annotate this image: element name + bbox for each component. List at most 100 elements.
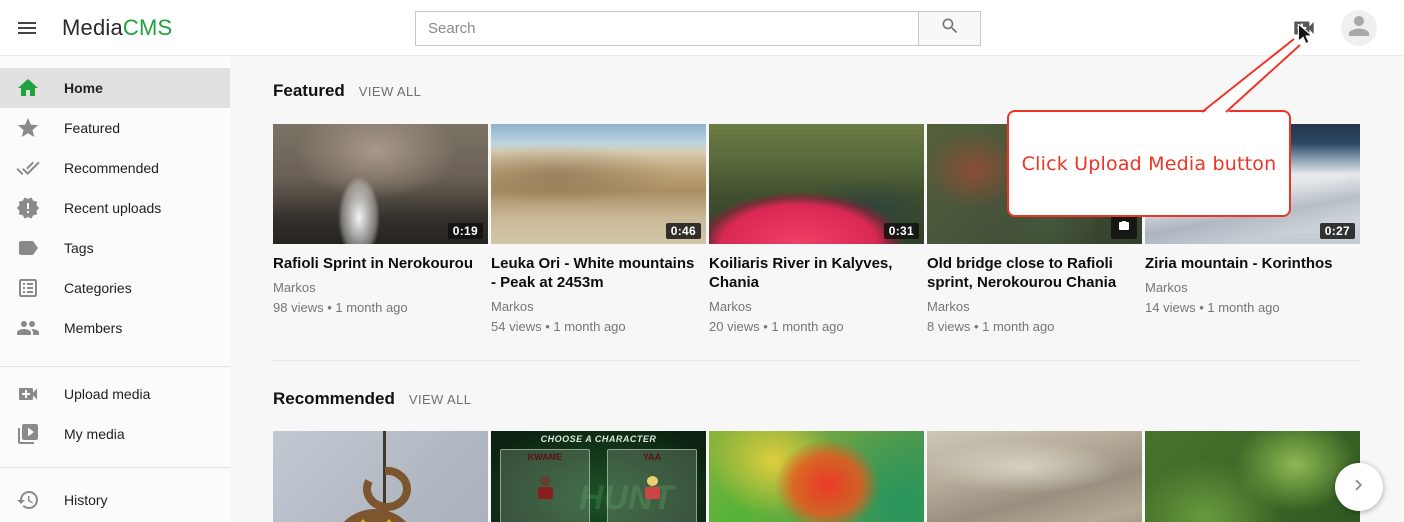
history-icon [16, 488, 40, 512]
double-check-icon [16, 156, 40, 180]
game-screen-title: CHOOSE A CHARACTER [491, 434, 706, 444]
home-icon [16, 76, 40, 100]
featured-section-header: Featured VIEW ALL [230, 56, 1404, 101]
video-author[interactable]: Markos [491, 299, 706, 314]
sidebar: Home Featured Recommended Recent uploads… [0, 56, 230, 522]
video-author[interactable]: Markos [1145, 280, 1360, 295]
video-thumbnail[interactable]: 0:46 [491, 124, 706, 244]
sidebar-item-my-media[interactable]: My media [0, 414, 230, 454]
video-card[interactable] [273, 431, 488, 522]
game-character-name: YAA [608, 452, 696, 462]
game-character-panel: YAA [607, 449, 697, 522]
video-title[interactable]: Ziria mountain - Korinthos [1145, 254, 1360, 273]
game-character-name: KWAME [501, 452, 589, 462]
tag-icon [16, 236, 40, 260]
search-button[interactable] [918, 11, 981, 46]
camera-icon [1111, 215, 1137, 239]
sidebar-item-label: Recommended [64, 160, 159, 176]
search-input[interactable] [415, 11, 918, 46]
tutorial-callout: Click Upload Media button [1007, 110, 1291, 217]
recommended-title: Recommended [273, 389, 395, 409]
carousel-next-button[interactable] [1335, 463, 1383, 511]
video-card[interactable] [927, 431, 1142, 522]
upload-media-button[interactable] [1291, 15, 1317, 41]
search-icon [940, 16, 960, 41]
duration-badge: 0:31 [884, 223, 919, 239]
sidebar-item-tags[interactable]: Tags [0, 228, 230, 268]
logo-cms: CMS [123, 15, 173, 40]
video-call-plus-icon [1291, 28, 1317, 45]
sidebar-item-label: Recent uploads [64, 200, 161, 216]
video-card[interactable]: CHOOSE A CHARACTER HUNT KWAME YAA Select… [491, 431, 706, 522]
sidebar-item-history[interactable]: History [0, 480, 230, 520]
video-thumbnail[interactable] [709, 431, 924, 522]
sidebar-item-label: Tags [64, 240, 94, 256]
video-thumbnail[interactable] [273, 431, 488, 522]
sidebar-item-label: History [64, 492, 108, 508]
video-author[interactable]: Markos [273, 280, 488, 295]
recommended-section: Recommended VIEW ALL CHOOSE [273, 360, 1359, 522]
video-author[interactable]: Markos [927, 299, 1142, 314]
video-card[interactable] [1145, 431, 1360, 522]
sidebar-item-categories[interactable]: Categories [0, 268, 230, 308]
pumpkin-thumbnail-art [273, 431, 488, 522]
user-avatar[interactable] [1341, 10, 1377, 46]
video-meta: 14 views • 1 month ago [1145, 300, 1360, 315]
video-author[interactable]: Markos [709, 299, 924, 314]
video-card[interactable]: 0:19 Rafioli Sprint in Nerokourou Markos… [273, 124, 488, 334]
sidebar-item-featured[interactable]: Featured [0, 108, 230, 148]
new-releases-icon [16, 196, 40, 220]
sidebar-item-label: Home [64, 80, 103, 96]
sidebar-item-label: Upload media [64, 386, 150, 402]
featured-title: Featured [273, 81, 345, 101]
video-thumbnail[interactable]: CHOOSE A CHARACTER HUNT KWAME YAA Select… [491, 431, 706, 522]
sidebar-item-label: Featured [64, 120, 120, 136]
video-meta: 54 views • 1 month ago [491, 319, 706, 334]
video-meta: 20 views • 1 month ago [709, 319, 924, 334]
duration-badge: 0:46 [666, 223, 701, 239]
game-character-sprite [537, 476, 553, 500]
sidebar-item-label: My media [64, 426, 125, 442]
recommended-cards-row: CHOOSE A CHARACTER HUNT KWAME YAA Select… [273, 431, 1359, 522]
duration-badge: 0:19 [448, 223, 483, 239]
callout-text: Click Upload Media button [1022, 153, 1277, 175]
logo-media: Media [62, 15, 123, 40]
video-card[interactable]: 0:31 Koiliaris River in Kalyves, Chania … [709, 124, 924, 334]
sidebar-item-members[interactable]: Members [0, 308, 230, 348]
sidebar-item-home[interactable]: Home [0, 68, 230, 108]
video-thumbnail[interactable] [1145, 431, 1360, 522]
star-icon [16, 116, 40, 140]
person-icon [1344, 11, 1374, 46]
video-library-icon [16, 422, 40, 446]
sidebar-item-recommended[interactable]: Recommended [0, 148, 230, 188]
sidebar-item-label: Members [64, 320, 122, 336]
recommended-section-header: Recommended VIEW ALL [273, 361, 1359, 409]
search-form [415, 11, 981, 46]
sidebar-item-label: Categories [64, 280, 132, 296]
game-character-panel: KWAME [500, 449, 590, 522]
list-icon [16, 276, 40, 300]
video-card[interactable]: 0:46 Leuka Ori - White mountains - Peak … [491, 124, 706, 334]
video-title[interactable]: Koiliaris River in Kalyves, Chania [709, 254, 924, 292]
duration-badge: 0:27 [1320, 223, 1355, 239]
people-icon [16, 316, 40, 340]
recommended-view-all-link[interactable]: VIEW ALL [409, 392, 471, 407]
video-title[interactable]: Rafioli Sprint in Nerokourou [273, 254, 488, 273]
video-card[interactable] [709, 431, 924, 522]
game-character-sprite [644, 476, 660, 500]
featured-view-all-link[interactable]: VIEW ALL [359, 84, 421, 99]
mediacms-logo[interactable]: MediaCMS [62, 0, 172, 56]
hamburger-menu-icon[interactable] [15, 16, 41, 40]
top-bar: MediaCMS [0, 0, 1404, 56]
sidebar-item-upload-media[interactable]: Upload media [0, 374, 230, 414]
video-thumbnail[interactable]: 0:19 [273, 124, 488, 244]
video-call-plus-icon [16, 382, 40, 406]
video-thumbnail[interactable] [927, 431, 1142, 522]
sidebar-item-recent-uploads[interactable]: Recent uploads [0, 188, 230, 228]
video-meta: 98 views • 1 month ago [273, 300, 488, 315]
video-title[interactable]: Old bridge close to Rafioli sprint, Nero… [927, 254, 1142, 292]
video-thumbnail[interactable]: 0:31 [709, 124, 924, 244]
video-title[interactable]: Leuka Ori - White mountains - Peak at 24… [491, 254, 706, 292]
video-meta: 8 views • 1 month ago [927, 319, 1142, 334]
chevron-right-icon [1348, 474, 1370, 501]
